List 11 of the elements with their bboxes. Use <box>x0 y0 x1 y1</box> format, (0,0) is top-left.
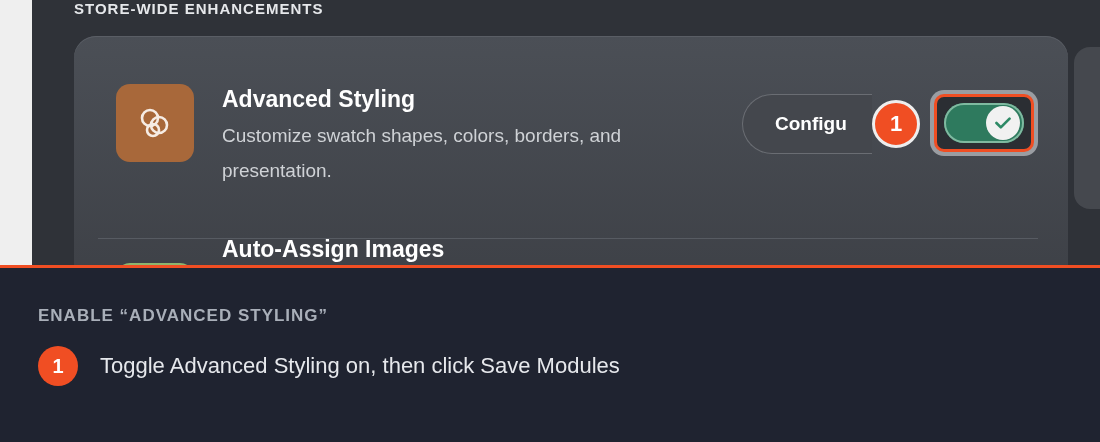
configure-button[interactable]: Configu <box>742 94 872 154</box>
check-icon <box>995 117 1011 129</box>
module-title: Auto-Assign Images <box>222 235 446 264</box>
step-badge: 1 <box>38 346 78 386</box>
step-badge: 1 <box>872 100 920 148</box>
step-text: Toggle Advanced Styling on, then click Save Modules <box>100 353 620 379</box>
toggle-switch[interactable] <box>944 103 1024 143</box>
section-heading: STORE-WIDE ENHANCEMENTS <box>74 0 325 17</box>
module-title: Advanced Styling <box>222 85 416 114</box>
instruction-title: ENABLE “ADVANCED STYLING” <box>38 306 330 326</box>
module-description: Customize swatch shapes, colors, borders, and presentation. <box>222 124 623 183</box>
